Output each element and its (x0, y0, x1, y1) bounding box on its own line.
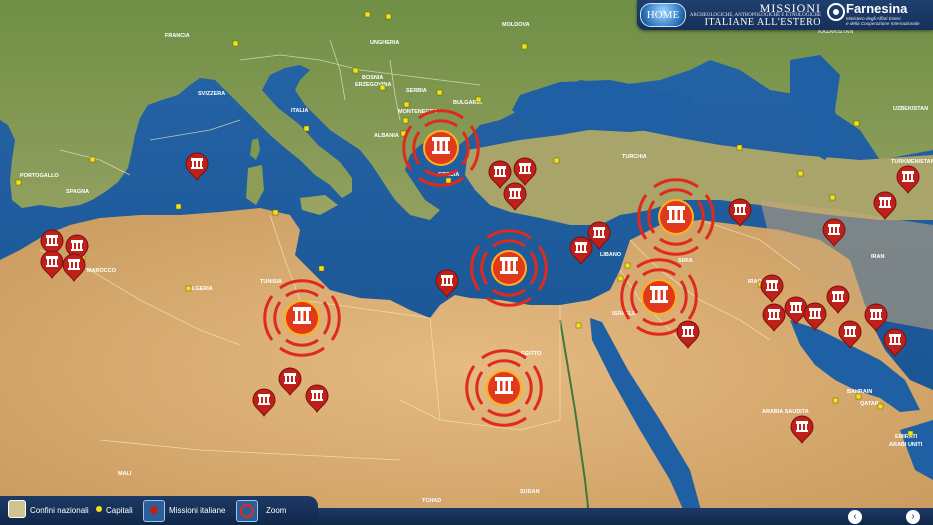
svg-text:MAROCCO: MAROCCO (87, 268, 117, 274)
svg-text:UZBEKISTAN: UZBEKISTAN (893, 106, 928, 112)
svg-text:ARABI UNITI: ARABI UNITI (889, 442, 923, 448)
svg-text:MOLDOVA: MOLDOVA (502, 22, 530, 28)
title-panel: HOME MISSIONI ARCHEOLOGICHE, ANTROPOLOGI… (637, 0, 933, 30)
map-viewer: FRANCIA MOLDOVA SVIZZERA UNGHERIA SERBIA… (0, 0, 933, 525)
capital-icon (96, 506, 102, 512)
svg-text:FRANCIA: FRANCIA (165, 33, 190, 39)
svg-text:SIRIA: SIRIA (678, 258, 693, 264)
svg-text:IRAN: IRAN (871, 254, 884, 260)
ministry-caption: Ministero degli Affari Esteri e della Co… (846, 16, 931, 26)
svg-text:EMIRATI: EMIRATI (895, 434, 918, 440)
svg-text:SVIZZERA: SVIZZERA (198, 91, 225, 97)
svg-text:LIBANO: LIBANO (600, 252, 622, 258)
ministry-line2: e della Cooperazione Internazionale (846, 21, 920, 26)
svg-text:ERZEGOVINA: ERZEGOVINA (355, 82, 391, 88)
legend-borders-label: Confini nazionali (30, 506, 89, 515)
mission-pin-icon (143, 500, 165, 522)
svg-text:ALGERIA: ALGERIA (188, 286, 213, 292)
emblem-icon (827, 3, 845, 21)
svg-text:UNGHERIA: UNGHERIA (370, 40, 399, 46)
bottom-bar: ‹ › (318, 508, 933, 525)
svg-text:SERBIA: SERBIA (406, 88, 427, 94)
svg-text:TURCHIA: TURCHIA (622, 154, 647, 160)
legend-zoom-label: Zoom (266, 506, 287, 515)
svg-text:BOSNIA: BOSNIA (362, 75, 383, 81)
borders-icon (8, 500, 26, 518)
svg-text:TUNISIA: TUNISIA (260, 279, 282, 285)
home-button[interactable]: HOME (640, 3, 686, 27)
legend-bar: Confini nazionali Capitali Missioni ital… (0, 496, 318, 525)
svg-text:SUDAN: SUDAN (520, 489, 540, 495)
svg-text:TCHAD: TCHAD (422, 498, 441, 504)
title-italiane: ITALIANE ALL'ESTERO (704, 17, 821, 28)
legend-missions-label: Missioni italiane (169, 506, 226, 515)
svg-text:ARABIA SAUDITA: ARABIA SAUDITA (762, 409, 809, 415)
svg-text:PORTOGALLO: PORTOGALLO (20, 173, 59, 179)
svg-text:SPAGNA: SPAGNA (66, 189, 89, 195)
svg-text:ITALIA: ITALIA (291, 108, 308, 114)
brand-farnesina[interactable]: Farnesina (846, 1, 907, 16)
scroll-right-button[interactable]: › (906, 510, 920, 524)
legend-capitals-label: Capitali (106, 506, 133, 515)
zoom-rings-icon (236, 500, 258, 522)
base-map[interactable]: FRANCIA MOLDOVA SVIZZERA UNGHERIA SERBIA… (0, 0, 933, 525)
svg-text:QATAR: QATAR (860, 401, 879, 407)
scroll-left-button[interactable]: ‹ (848, 510, 862, 524)
svg-text:ALBANIA: ALBANIA (374, 133, 399, 139)
svg-text:TURKMENISTAN: TURKMENISTAN (891, 159, 933, 165)
svg-text:MALI: MALI (118, 471, 132, 477)
